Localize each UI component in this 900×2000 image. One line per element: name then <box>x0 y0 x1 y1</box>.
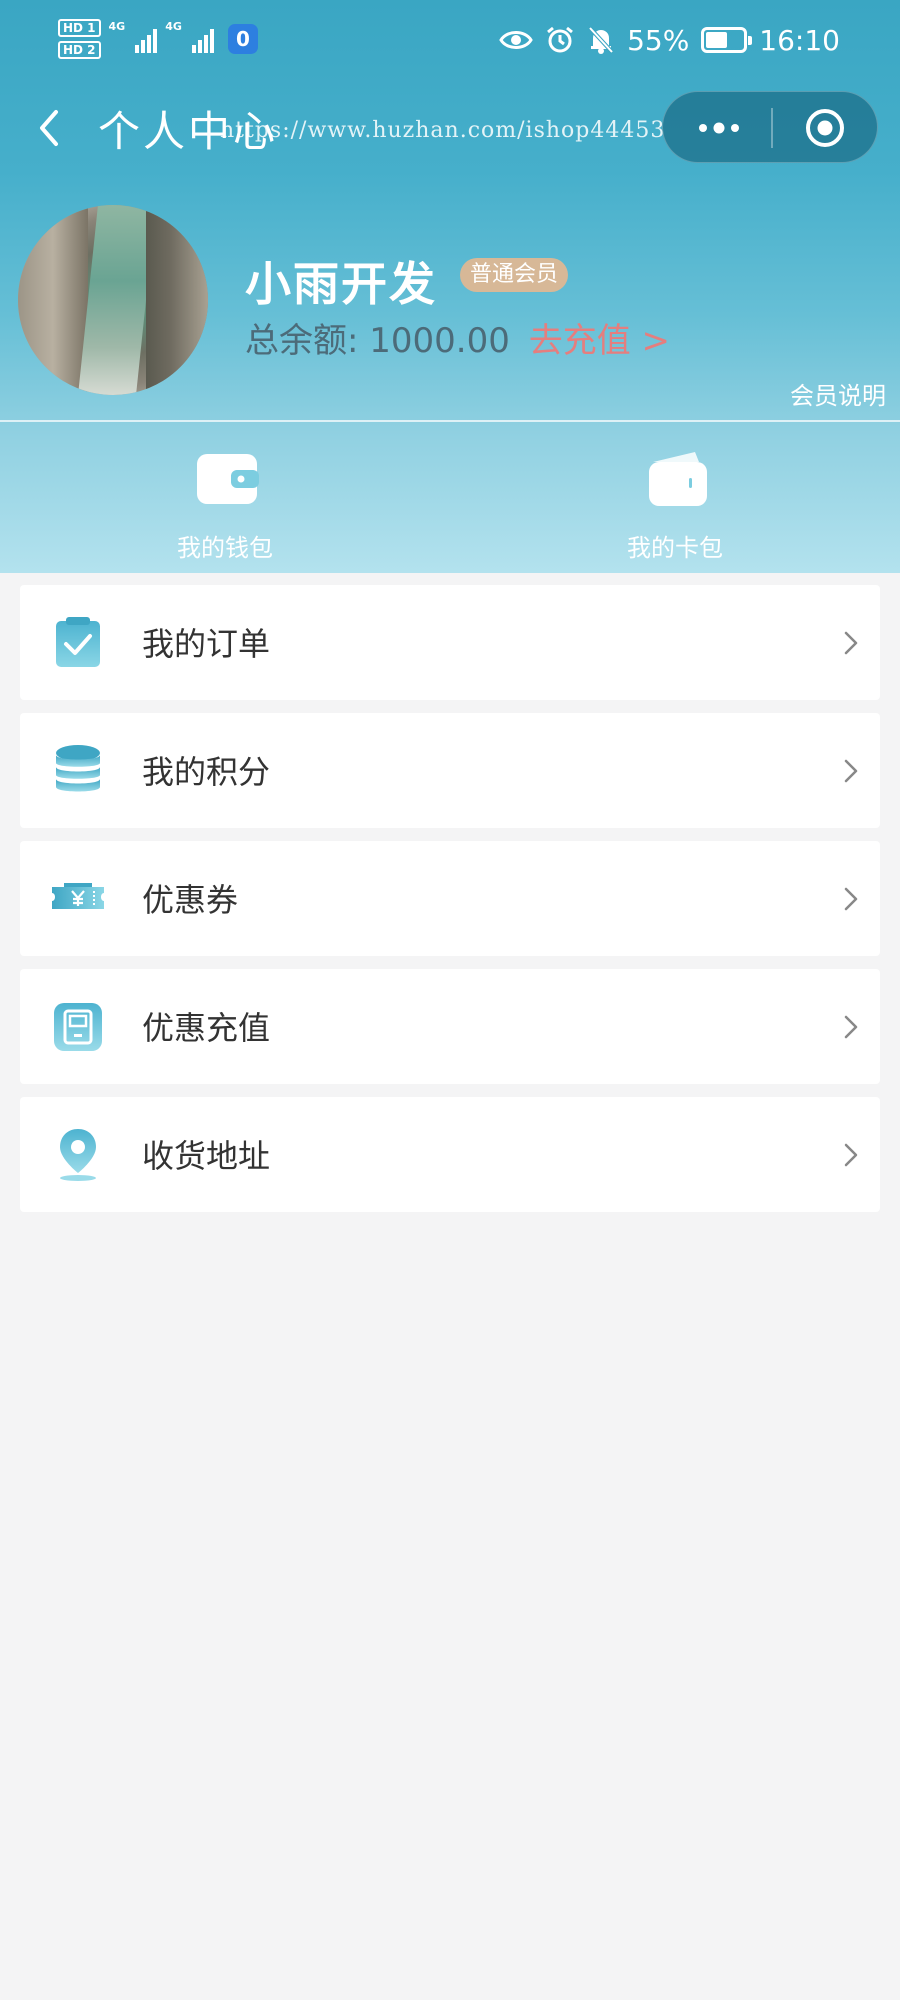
quick-action-wallet[interactable]: 我的钱包 <box>95 440 355 562</box>
avatar-rock-left <box>18 205 88 395</box>
wallet-icon <box>197 454 259 504</box>
alarm-icon <box>547 26 573 53</box>
avatar-rock-right <box>146 205 208 395</box>
avatar[interactable] <box>18 205 208 395</box>
username: 小雨开发 <box>245 257 437 311</box>
menu-item-label: 优惠充值 <box>142 1009 271 1047</box>
network2-label: 4G <box>165 20 182 33</box>
sim1-label: HD 1 <box>58 19 101 37</box>
status-left: HD 1 HD 2 4G 4G 0 <box>58 14 258 64</box>
target-circle-icon[interactable] <box>803 106 847 150</box>
signal2-icon <box>191 25 214 53</box>
menu-item-address[interactable]: 收货地址 <box>20 1097 880 1212</box>
location-pin-icon <box>60 1129 96 1181</box>
menu-item-points[interactable]: 我的积分 <box>20 713 880 828</box>
battery-icon <box>701 27 753 53</box>
eye-icon <box>499 31 533 49</box>
clock-time: 16:10 <box>759 23 840 57</box>
chevron-right-icon <box>844 887 858 911</box>
member-description-link[interactable]: 会员说明 <box>790 376 886 411</box>
recharge-device-icon <box>54 1003 102 1051</box>
balance-row: 总余额: 1000.00 去充值 > <box>245 313 670 362</box>
nav-bar: 个人中心 https://www.huzhan.com/ishop44453 <box>0 88 900 168</box>
status-right: 55% 16:10 <box>499 18 840 62</box>
chevron-right-icon <box>844 1015 858 1039</box>
menu-item-label: 收货地址 <box>142 1137 271 1175</box>
avatar-water <box>78 205 156 395</box>
quick-action-label: 我的钱包 <box>177 534 273 562</box>
menu-item-label: 我的积分 <box>142 753 271 791</box>
menu-list: 我的订单 我的积分 优惠券 优惠充值 收货地址 <box>20 585 880 1225</box>
coins-stack-icon <box>56 745 100 792</box>
quick-action-card-wallet[interactable]: 我的卡包 <box>545 440 805 562</box>
notification-app-icon: 0 <box>227 24 258 54</box>
bell-muted-icon <box>588 26 614 54</box>
coupon-yen-icon <box>52 883 104 909</box>
balance-value: 1000.00 <box>369 321 510 361</box>
battery-percent: 55% <box>627 23 690 57</box>
status-bar: HD 1 HD 2 4G 4G 0 55% 16:10 <box>0 0 900 80</box>
menu-item-recharge[interactable]: 优惠充值 <box>20 969 880 1084</box>
menu-item-label: 我的订单 <box>142 625 271 663</box>
recharge-link[interactable]: 去充值 > <box>529 321 670 361</box>
capsule-divider <box>771 108 773 148</box>
balance-label: 总余额: <box>245 321 359 361</box>
order-checklist-icon <box>56 617 100 667</box>
network1-label: 4G <box>108 20 126 33</box>
more-dots-icon[interactable] <box>693 114 793 142</box>
menu-item-orders[interactable]: 我的订单 <box>20 585 880 700</box>
header-divider <box>0 420 900 422</box>
quick-action-label: 我的卡包 <box>627 534 723 562</box>
menu-item-coupons[interactable]: 优惠券 <box>20 841 880 956</box>
chevron-right-icon <box>844 759 858 783</box>
member-level-badge: 普通会员 <box>460 258 569 292</box>
card-wallet-icon <box>649 452 707 506</box>
watermark-url: https://www.huzhan.com/ishop44453 <box>220 118 666 143</box>
miniprogram-capsule <box>662 91 878 163</box>
signal1-icon <box>135 25 158 53</box>
chevron-left-icon[interactable] <box>30 104 70 152</box>
sim-indicators: HD 1 HD 2 <box>58 19 101 59</box>
menu-item-label: 优惠券 <box>142 881 239 919</box>
chevron-right-icon <box>844 631 858 655</box>
sim2-label: HD 2 <box>58 41 101 59</box>
chevron-right-icon <box>844 1143 858 1167</box>
